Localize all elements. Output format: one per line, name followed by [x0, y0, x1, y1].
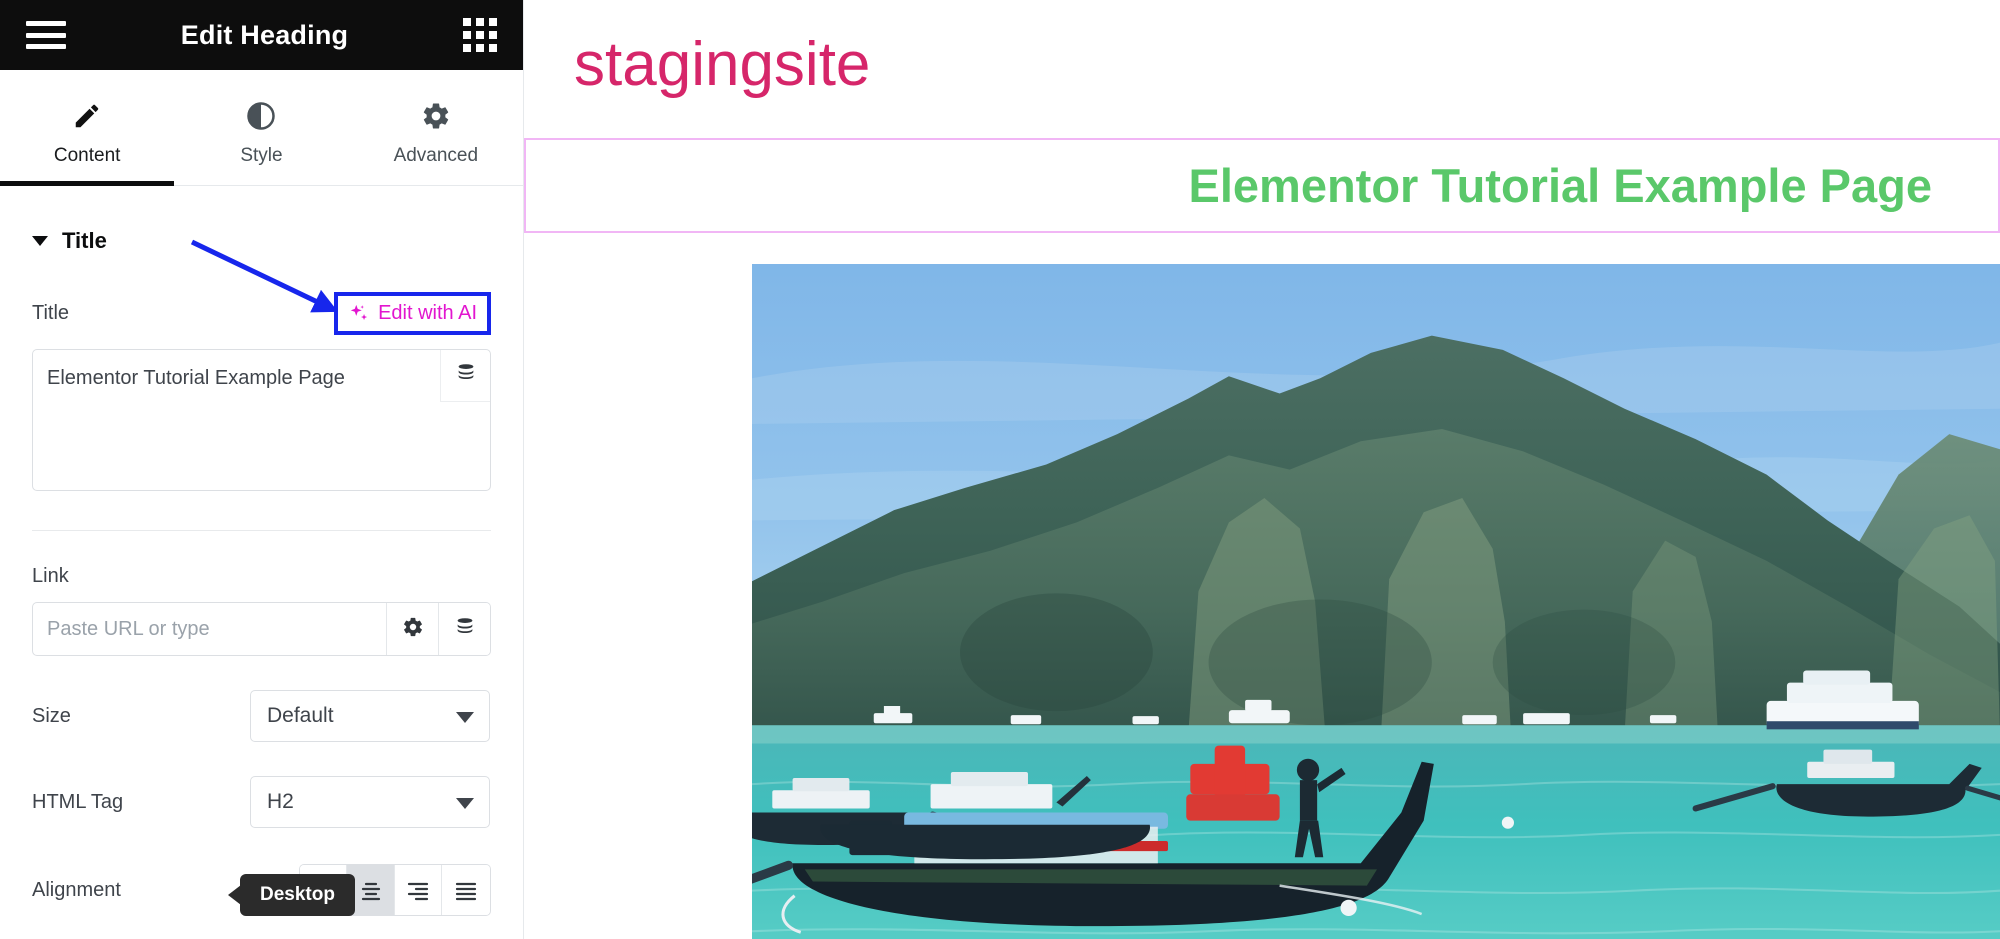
tab-advanced-label: Advanced: [393, 144, 479, 166]
grid-icon[interactable]: [463, 18, 497, 52]
alignment-field-label: Alignment: [32, 878, 121, 901]
elementor-editor: Edit Heading Content Style Advanced Titl…: [0, 0, 2000, 939]
heading-widget-box[interactable]: Elementor Tutorial Example Page: [524, 138, 2000, 233]
tab-style-label: Style: [240, 144, 283, 166]
dynamic-tags-button-link[interactable]: [438, 603, 490, 655]
html-tag-field-label: HTML Tag: [32, 790, 124, 813]
size-field: Size Default: [32, 690, 491, 742]
edit-with-ai-highlight: Edit with AI: [334, 292, 491, 335]
html-tag-select[interactable]: H2: [250, 776, 490, 828]
hero-image: [752, 264, 2000, 939]
page-title: Edit Heading: [180, 19, 349, 50]
link-input[interactable]: [33, 603, 386, 655]
gear-icon: [402, 616, 424, 643]
pencil-icon: [72, 101, 102, 131]
dynamic-tags-button-title[interactable]: [440, 350, 490, 402]
section-title-label: Title: [62, 228, 107, 253]
gear-icon: [421, 101, 451, 131]
panel-body: Title Title Edit with AI Elementor Tutor…: [0, 186, 523, 916]
title-input[interactable]: [32, 349, 491, 491]
tab-advanced[interactable]: Advanced: [349, 70, 523, 185]
contrast-circle-icon: [246, 101, 276, 131]
divider: [32, 530, 491, 531]
size-select[interactable]: Default: [250, 690, 490, 742]
html-tag-field: HTML Tag H2: [32, 776, 491, 828]
tab-content-label: Content: [53, 144, 121, 166]
database-stack-icon: [454, 616, 476, 643]
align-justify-button[interactable]: [442, 865, 490, 915]
link-field: Link: [32, 565, 491, 656]
title-field: Title Edit with AI: [32, 292, 491, 496]
align-right-button[interactable]: [394, 865, 443, 915]
link-options-button[interactable]: [386, 603, 438, 655]
desktop-tooltip: Desktop: [228, 874, 355, 916]
size-select-value: Default: [267, 704, 334, 727]
html-tag-select-value: H2: [267, 790, 294, 813]
panel-header: Edit Heading: [0, 0, 523, 70]
edit-with-ai-button[interactable]: Edit with AI: [348, 302, 477, 325]
panel-tabs: Content Style Advanced: [0, 70, 523, 186]
size-field-label: Size: [32, 704, 71, 727]
title-field-label: Title: [32, 302, 70, 324]
tab-style[interactable]: Style: [174, 70, 348, 185]
editor-settings-panel: Edit Heading Content Style Advanced Titl…: [0, 0, 524, 939]
database-stack-icon: [455, 362, 477, 389]
link-field-label: Link: [32, 565, 69, 587]
tab-content[interactable]: Content: [0, 70, 175, 186]
alignment-field: Alignment Desktop: [32, 864, 491, 916]
hamburger-icon[interactable]: [26, 21, 66, 49]
site-preview: stagingsite Elementor Tutorial Example P…: [524, 0, 2000, 939]
caret-down-icon: [32, 236, 48, 246]
edit-with-ai-label: Edit with AI: [378, 302, 477, 324]
site-logo[interactable]: stagingsite: [524, 0, 2000, 96]
section-title-toggle[interactable]: Title: [32, 186, 491, 254]
heading-widget-text: Elementor Tutorial Example Page: [1188, 159, 1932, 212]
sparkles-icon: [348, 303, 370, 325]
